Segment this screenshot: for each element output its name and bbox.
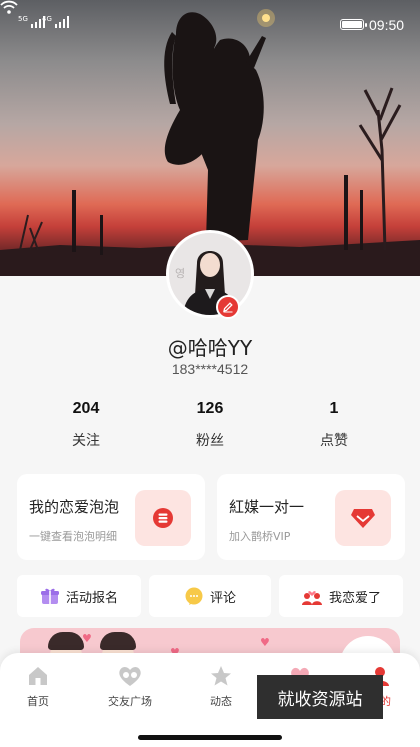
wifi-icon <box>0 0 18 14</box>
love-bubble-subtitle: 一键查看泡泡明细 <box>29 530 117 543</box>
love-bubble-title: 我的恋爱泡泡 <box>29 498 120 516</box>
stat-followers-count: 126 <box>196 400 224 417</box>
banner-heart-icon: ♥ <box>82 632 92 645</box>
stat-likes[interactable]: 1 点赞 <box>289 400 379 450</box>
stat-following-count: 204 <box>72 400 100 417</box>
stat-likes-count: 1 <box>329 400 339 417</box>
network-type-label-2: 4G <box>42 15 52 23</box>
stat-following-label: 关注 <box>72 433 100 449</box>
stat-likes-label: 点赞 <box>320 433 348 449</box>
avatar[interactable]: 영 <box>166 230 254 318</box>
stat-followers[interactable]: 126 粉丝 <box>165 400 255 450</box>
tab-social-plaza-label: 交友广场 <box>108 695 152 708</box>
cellular-signal-icon-2: 4G <box>42 16 69 28</box>
status-time: 09:50 <box>369 17 405 33</box>
social-plaza-icon <box>119 667 141 686</box>
banner-girl-hair <box>48 632 84 650</box>
tab-home[interactable]: 首页 <box>3 663 73 709</box>
in-love-label: 我恋爱了 <box>328 590 381 606</box>
battery-icon <box>340 19 367 30</box>
coin-stack-icon <box>135 490 191 546</box>
event-signup-label: 活动报名 <box>65 590 118 606</box>
tab-moments-label: 动态 <box>210 695 232 708</box>
gem-icon <box>335 490 391 546</box>
couple-heart-icon <box>301 591 322 605</box>
status-bar: 5G 4G 09:50 <box>0 0 420 50</box>
tab-moments[interactable]: 动态 <box>186 663 256 709</box>
home-icon <box>29 667 47 685</box>
username: @哈哈YY <box>167 336 253 360</box>
comments-button[interactable]: 评论 <box>149 575 271 617</box>
matchmaker-card[interactable]: 紅媒一对一 加入鹊桥VIP <box>217 474 405 560</box>
watermark-label: 就收资源站 <box>257 675 383 719</box>
event-signup-button[interactable]: 活动报名 <box>17 575 141 617</box>
chat-bubble-icon <box>185 587 203 605</box>
pencil-icon <box>223 302 233 313</box>
phone-number: 183****4512 <box>171 361 249 377</box>
home-indicator[interactable] <box>138 735 282 740</box>
in-love-button[interactable]: 我恋爱了 <box>279 575 403 617</box>
gift-icon <box>40 588 59 604</box>
love-bubble-card[interactable]: 我的恋爱泡泡 一键查看泡泡明细 <box>17 474 205 560</box>
matchmaker-title: 紅媒一对一 <box>229 498 305 516</box>
matchmaker-subtitle: 加入鹊桥VIP <box>229 530 291 543</box>
tab-home-label: 首页 <box>27 695 49 708</box>
stat-following[interactable]: 204 关注 <box>41 400 131 450</box>
tab-social-plaza[interactable]: 交友广场 <box>95 663 165 709</box>
edit-profile-button[interactable] <box>216 295 240 319</box>
banner-heart-icon-3: ♥ <box>260 636 270 649</box>
stat-followers-label: 粉丝 <box>196 433 224 449</box>
network-type-label: 5G <box>18 15 28 23</box>
cellular-signal-icon: 5G <box>18 16 45 28</box>
banner-boy-hair <box>100 632 136 650</box>
svg-text:영: 영 <box>175 267 185 280</box>
comments-label: 评论 <box>209 590 236 606</box>
star-icon <box>211 666 231 686</box>
